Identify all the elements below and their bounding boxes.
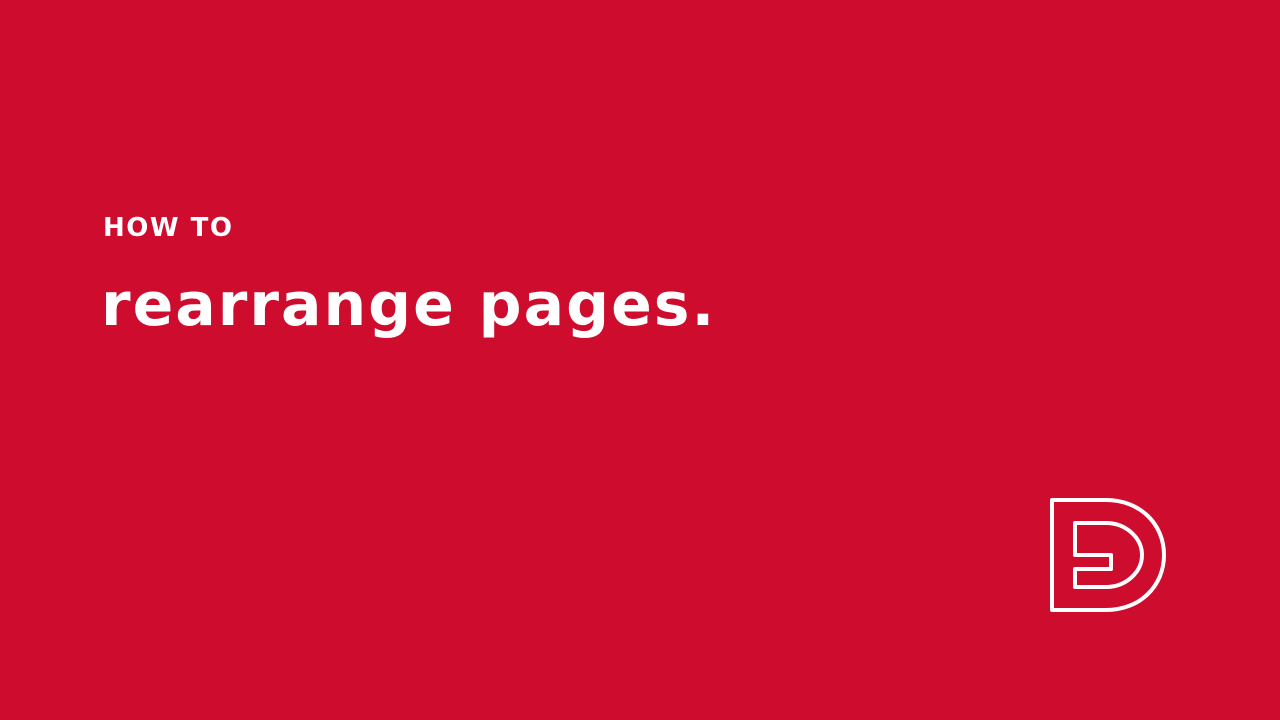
title-slide: HOW TO rearrange pages. xyxy=(0,0,1280,720)
headline-text: rearrange pages. xyxy=(101,270,717,340)
brand-logo-icon xyxy=(1048,496,1168,614)
eyebrow-text: HOW TO xyxy=(103,213,234,243)
